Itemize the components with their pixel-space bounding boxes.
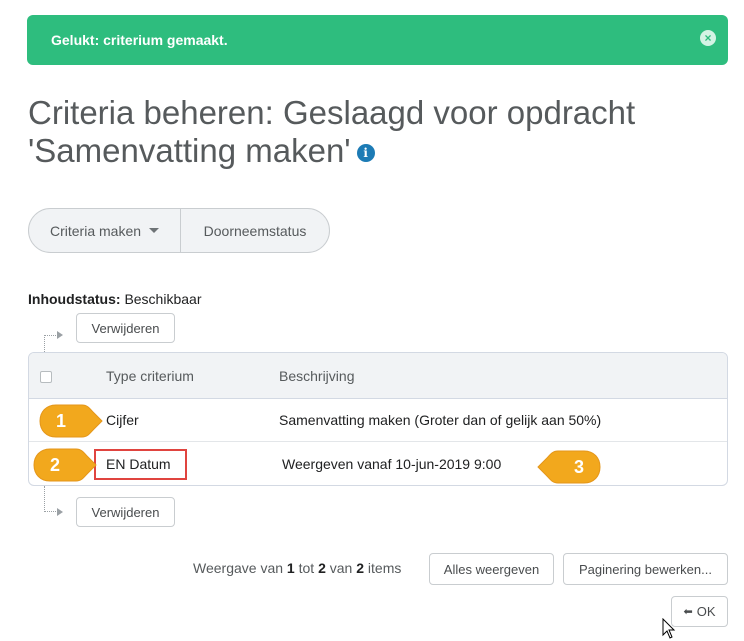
page-title-line2: 'Samenvatting maken' [28, 132, 351, 169]
pagination-to-word: tot [298, 560, 315, 576]
criterion-type[interactable]: EN Datum [106, 442, 171, 485]
select-all-checkbox[interactable] [40, 371, 52, 383]
table-row: EN Datum Weergeven vanaf 10-jun-2019 9:0… [29, 442, 727, 485]
callout-number: 2 [49, 454, 60, 475]
content-status: Inhoudstatus: Beschikbaar [28, 291, 201, 307]
pagination-to: 2 [318, 560, 326, 576]
content-status-label: Inhoudstatus: [28, 291, 121, 307]
create-criteria-label: Criteria maken [49, 222, 142, 239]
column-header-description[interactable]: Beschrijving [279, 353, 354, 398]
criterion-description: Weergeven vanaf 10-jun-2019 9:00 [282, 455, 502, 472]
pagination-prefix: Weergave van [193, 560, 284, 576]
tree-connector-top [44, 335, 58, 352]
arrow-right-icon [57, 508, 63, 516]
criteria-table: Type criterium Beschrijving Cijfer Samen… [28, 352, 728, 486]
close-icon[interactable]: × [700, 30, 716, 46]
review-status-button[interactable]: Doorneemstatus [181, 209, 329, 252]
review-status-label: Doorneemstatus [203, 222, 307, 239]
pagination-of-word: van [329, 560, 353, 576]
callout-number: 3 [573, 456, 584, 477]
create-criteria-button[interactable]: Criteria maken [29, 209, 181, 252]
callout-2: 2 [32, 447, 98, 483]
table-header: Type criterium Beschrijving [29, 353, 727, 399]
pagination-from: 1 [286, 560, 295, 576]
mouse-cursor-icon [662, 618, 676, 639]
criterion-type[interactable]: Cijfer [106, 399, 139, 441]
callout-number: 1 [55, 410, 66, 431]
page-title: Criteria beheren: Geslaagd voor opdracht… [28, 94, 708, 170]
info-icon[interactable]: i [356, 144, 375, 163]
criterion-description: Samenvatting maken (Groter dan of gelijk… [279, 412, 602, 428]
success-alert: Gelukt: criterium gemaakt. × [27, 15, 728, 65]
callout-3: 3 [536, 449, 602, 485]
pagination-suffix: items [367, 560, 402, 576]
edit-paging-button[interactable]: Paginering bewerken... [563, 553, 728, 585]
ok-button[interactable]: ⬅ OK [671, 596, 728, 627]
tree-connector-bottom [44, 486, 58, 512]
delete-button-top[interactable]: Verwijderen [76, 313, 175, 343]
chevron-down-icon [149, 228, 160, 233]
content-status-value: Beschikbaar [124, 291, 202, 307]
delete-button-bottom[interactable]: Verwijderen [76, 497, 175, 527]
back-arrow-icon: ⬅ [683, 606, 693, 618]
toolbar-button-group: Criteria maken Doorneemstatus [28, 208, 330, 253]
callout-1: 1 [38, 403, 104, 439]
ok-label: OK [696, 604, 716, 619]
alert-message: Gelukt: criterium gemaakt. [51, 32, 228, 48]
pagination-summary: Weergave van 1 tot 2 van 2 items [193, 560, 401, 576]
table-row: Cijfer Samenvatting maken (Groter dan of… [29, 399, 727, 442]
page-title-line1: Criteria beheren: Geslaagd voor opdracht [28, 94, 636, 131]
column-header-type[interactable]: Type criterium [106, 353, 194, 398]
arrow-right-icon [57, 331, 63, 339]
show-all-button[interactable]: Alles weergeven [429, 553, 554, 585]
pagination-total: 2 [356, 560, 365, 576]
